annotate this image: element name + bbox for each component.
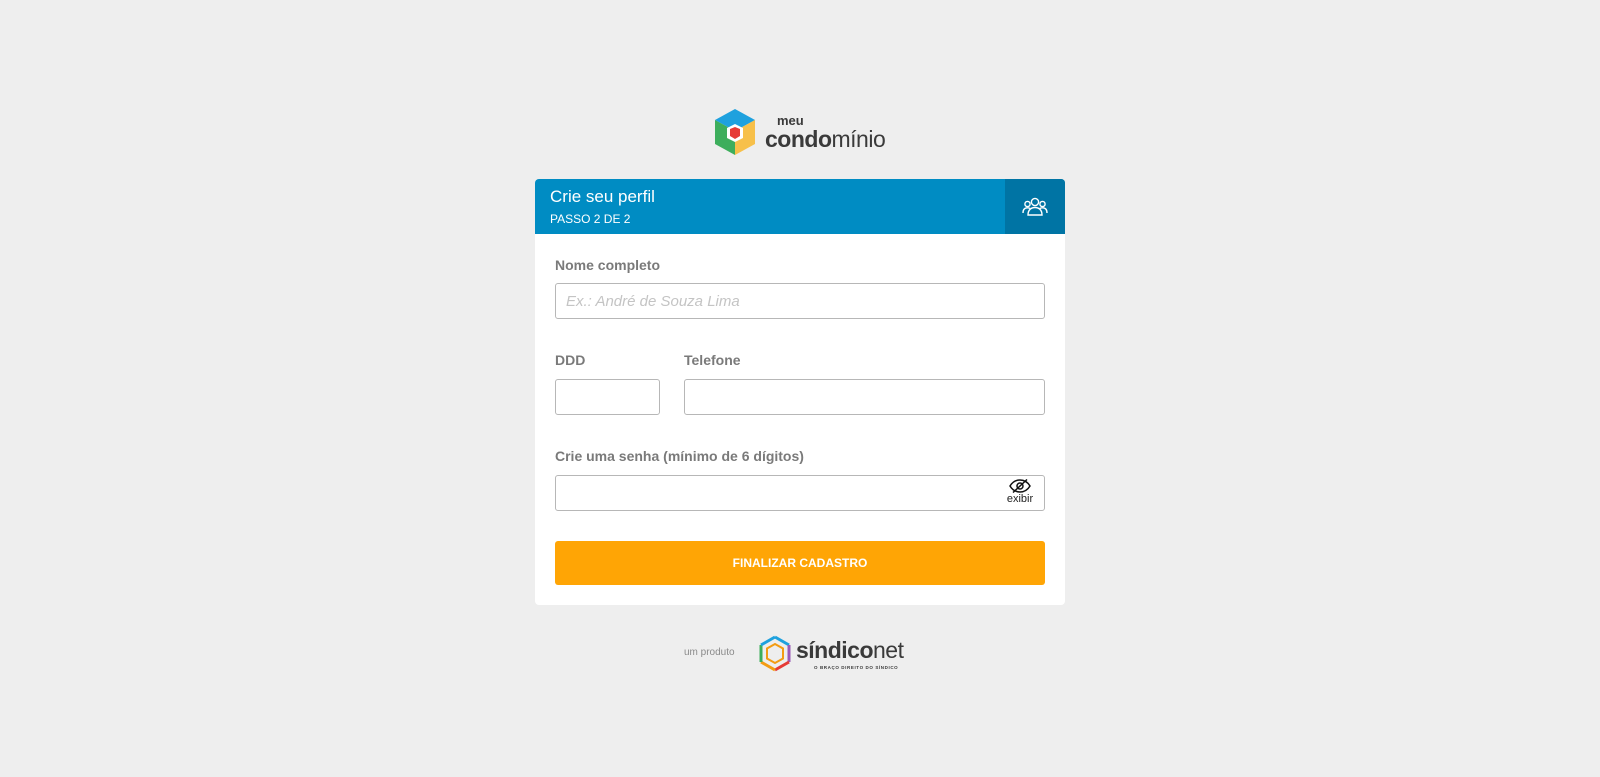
card-header: Crie seu perfil PASSO 2 DE 2 <box>535 179 1065 234</box>
logo-brand-text: condomínio <box>765 125 886 152</box>
show-password-label: exibir <box>1006 493 1034 505</box>
card-title: Crie seu perfil <box>550 187 655 206</box>
page: meu condomínio Crie seu perfil PASSO 2 D… <box>0 0 1600 777</box>
sindiconet-brand-text: síndiconet <box>796 637 904 664</box>
name-label: Nome completo <box>555 257 661 273</box>
signup-card: Crie seu perfil PASSO 2 DE 2 Nome comple… <box>535 179 1065 605</box>
sindiconet-brand-bold: síndico <box>796 637 874 663</box>
logo-brand-regular: mínio <box>831 125 886 152</box>
sindiconet-tagline: O BRAÇO DIREITO DO SÍNDICO <box>814 665 899 670</box>
step-indicator: PASSO 2 DE 2 <box>550 212 631 226</box>
password-field-wrapper: exibir <box>555 475 1045 511</box>
password-label: Crie uma senha (mínimo de 6 dígitos) <box>555 448 804 464</box>
eye-slash-icon <box>1009 479 1031 493</box>
password-input[interactable] <box>555 475 1045 511</box>
finalize-signup-button[interactable]: FINALIZAR CADASTRO <box>555 541 1045 585</box>
ddd-label: DDD <box>555 352 586 368</box>
logo-brand-bold: condo <box>765 125 832 152</box>
phone-input[interactable] <box>684 379 1045 415</box>
sindiconet-logo: síndiconet O BRAÇO DIREITO DO SÍNDICO <box>758 635 920 673</box>
sindiconet-brand-regular: net <box>873 637 904 663</box>
meu-condominio-logo: meu condomínio <box>713 106 888 158</box>
users-icon <box>1022 197 1048 216</box>
header-icon-box <box>1005 179 1065 234</box>
sindiconet-logo-icon <box>759 635 791 672</box>
show-password-toggle[interactable]: exibir <box>1005 479 1035 507</box>
condominio-logo-icon <box>715 109 755 155</box>
ddd-input[interactable] <box>555 379 660 415</box>
phone-label: Telefone <box>684 352 741 368</box>
product-by-text: um produto <box>684 647 735 658</box>
footer: um produto síndiconet O BRAÇO DIREITO DO… <box>684 633 924 673</box>
name-input[interactable] <box>555 283 1045 319</box>
